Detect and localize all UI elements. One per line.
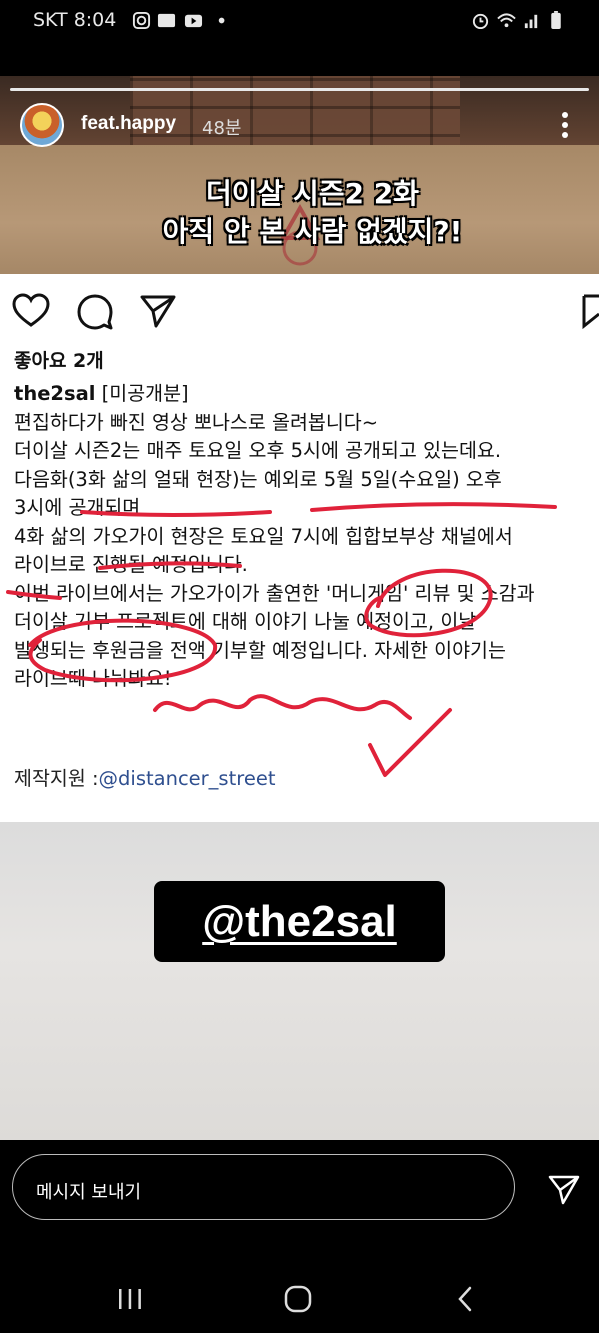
recent-apps-icon[interactable]	[113, 1282, 147, 1316]
likes-count[interactable]: 좋아요 2개	[14, 346, 104, 373]
caption-line-5: 3시에 공개되며	[14, 496, 141, 519]
post-author[interactable]: the2sal	[14, 382, 95, 405]
caption-line-2: 편집하다가 빠진 영상 뽀나스로 올려봅니다~	[14, 410, 379, 434]
caption-line-3: 더이살 시즌2는 매주 토요일 오후 5시에 공개되고 있는데요.	[14, 439, 502, 462]
production-credit: 제작지원 :@distancer_street	[14, 762, 275, 791]
more-options-icon[interactable]	[556, 110, 574, 140]
caption-line-11: 라이브때 나눠봐요!	[14, 667, 172, 690]
message-placeholder[interactable]: 메시지 보내기	[36, 1178, 141, 1204]
share-send-icon[interactable]	[139, 292, 177, 330]
story-time-ago: 48분	[202, 118, 242, 139]
story-username[interactable]: feat.happy	[81, 113, 176, 135]
comment-icon[interactable]	[76, 292, 114, 330]
caption-line-6: 4화 삶의 가오가이 현장은 토요일 7시에 힙합보부상 채널에서	[14, 524, 513, 548]
webtoon-icon	[157, 13, 176, 28]
status-bar: SKT 8:04	[0, 0, 599, 44]
caption-text: [미공개분]	[101, 382, 189, 405]
story-caption-line-2: 아직 안 본 사람 없겠지?!	[162, 215, 463, 248]
credit-handle-link[interactable]: @distancer_street	[99, 767, 276, 790]
caption-line-10: 발생되는 후원금을 전액 기부할 예정입니다. 자세한 이야기는	[14, 638, 506, 662]
caption-line-4: 다음화(3화 삶의 얼돼 현장)는 예외로 5월 5일(수요일) 오후	[14, 467, 502, 491]
dot-icon	[218, 17, 225, 24]
battery-icon	[551, 11, 561, 30]
wifi-icon	[497, 13, 516, 28]
story-progress-bar	[10, 88, 589, 91]
mention-handle[interactable]: @the2sal	[202, 897, 397, 946]
caption-line-8: 이번 라이브에서는 가오가이가 출연한 '머니게임' 리뷰 및 소감과	[14, 581, 535, 605]
caption-line-1: the2sal [미공개분]	[14, 380, 599, 409]
send-direct-icon[interactable]	[547, 1172, 581, 1206]
bookmark-icon[interactable]	[578, 292, 599, 330]
caption-line-9: 더이살 기부 프로젝트에 대해 이야기 나눌 예정이고, 이날	[14, 610, 477, 633]
story-background	[0, 822, 599, 1140]
alarm-icon	[472, 13, 489, 30]
post-caption: the2sal [미공개분] 편집하다가 빠진 영상 뽀나스로 올려봅니다~ 더…	[14, 380, 599, 694]
signal-icon	[524, 14, 538, 29]
carrier-time: SKT 8:04	[33, 9, 117, 31]
credit-label: 제작지원 :	[14, 767, 99, 790]
instagram-icon	[132, 11, 151, 30]
back-icon[interactable]	[450, 1282, 484, 1316]
story-caption: 더이살 시즌2 2화 아직 안 본 사람 없겠지?!	[140, 175, 485, 251]
like-heart-icon[interactable]	[12, 292, 50, 330]
mention-text[interactable]: @the2sal	[154, 881, 445, 962]
avatar[interactable]	[20, 103, 64, 147]
home-icon[interactable]	[281, 1282, 315, 1316]
youtube-icon	[184, 14, 203, 28]
caption-line-7: 라이브로 진행될 예정입니다.	[14, 553, 248, 576]
story-caption-line-1: 더이살 시즌2 2화	[205, 177, 420, 210]
